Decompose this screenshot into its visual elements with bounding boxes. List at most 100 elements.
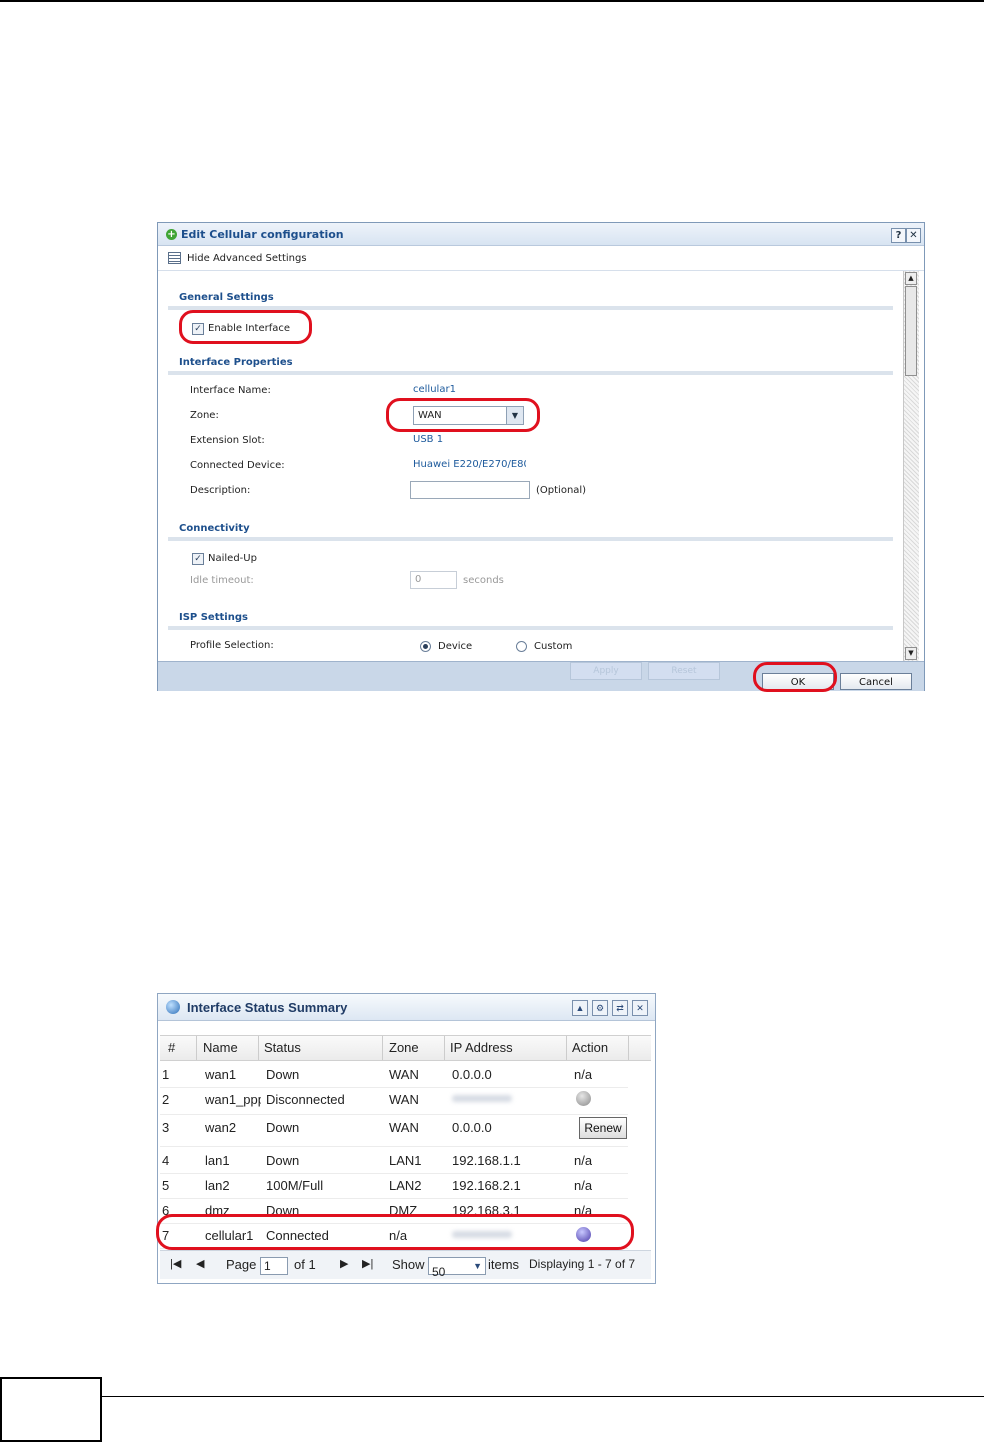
displaying-label: Displaying 1 - 7 of 7 <box>529 1257 636 1271</box>
profile-device-radio[interactable] <box>420 641 431 652</box>
chevron-down-icon: ▼ <box>473 1261 482 1271</box>
column-divider <box>196 1036 197 1060</box>
column-divider <box>382 1036 383 1060</box>
next-page-icon[interactable]: ▶ <box>340 1257 348 1270</box>
row-ip: 0.0.0.0 <box>452 1067 492 1082</box>
hide-advanced-settings-link[interactable]: Hide Advanced Settings <box>187 253 307 264</box>
table-header: # Name Status Zone IP Address Action <box>160 1035 651 1061</box>
dialog-title: Edit Cellular configuration <box>181 227 344 241</box>
row-num: 2 <box>162 1092 170 1107</box>
profile-custom-radio[interactable] <box>516 641 527 652</box>
row-num: 3 <box>162 1120 170 1135</box>
col-action[interactable]: Action <box>572 1040 608 1055</box>
section-divider <box>168 626 893 630</box>
dialog-toolbar: Hide Advanced Settings <box>158 246 924 271</box>
optional-hint: (Optional) <box>536 485 587 496</box>
connect-icon[interactable] <box>576 1091 591 1106</box>
scrollbar-thumb[interactable] <box>905 286 917 376</box>
prev-page-icon[interactable]: ◀ <box>196 1257 204 1270</box>
highlight-cellular-row <box>156 1214 634 1250</box>
vertical-scrollbar[interactable]: ▲ ▼ <box>903 271 919 661</box>
row-ip: 0.0.0.0 <box>452 1120 492 1135</box>
connected-device-label: Connected Device: <box>190 460 285 471</box>
row-status: Disconnected <box>266 1092 345 1107</box>
interface-properties-heading: Interface Properties <box>179 357 293 368</box>
nailed-up-checkbox[interactable]: ✓ <box>192 553 204 565</box>
row-action: n/a <box>574 1067 593 1082</box>
row-status: 100M/Full <box>266 1178 324 1193</box>
page-size-select[interactable]: 50 ▼ <box>428 1257 486 1279</box>
apply-button[interactable]: Apply <box>570 662 642 680</box>
row-num: 5 <box>162 1178 170 1193</box>
row-name: lan2 <box>205 1178 230 1193</box>
connectivity-heading: Connectivity <box>179 523 250 534</box>
interface-name-value: cellular1 <box>413 384 456 395</box>
table-row: 4 lan1 Down LAN1 192.168.1.1 n/a <box>160 1148 628 1174</box>
row-name: wan2 <box>205 1120 237 1135</box>
row-zone: WAN <box>389 1067 419 1082</box>
reset-button[interactable]: Reset <box>648 662 720 680</box>
col-name[interactable]: Name <box>203 1040 238 1055</box>
cancel-button[interactable]: Cancel <box>840 673 912 690</box>
nailed-up-label: Nailed-Up <box>208 553 257 564</box>
close-button[interactable]: ✕ <box>906 228 921 243</box>
page-number-box <box>0 1377 102 1442</box>
extension-slot-value: USB 1 <box>413 434 444 445</box>
zone-label: Zone: <box>190 410 219 421</box>
last-page-icon[interactable]: ▶| <box>362 1257 373 1270</box>
row-zone: WAN <box>389 1092 419 1107</box>
row-zone: LAN2 <box>389 1178 422 1193</box>
row-status: Down <box>266 1153 300 1168</box>
items-label: items <box>488 1257 520 1272</box>
seconds-label: seconds <box>463 575 504 586</box>
scroll-down-icon[interactable]: ▼ <box>905 647 917 660</box>
column-divider <box>566 1036 567 1060</box>
close-icon[interactable]: ✕ <box>632 1000 648 1016</box>
globe-icon <box>166 1000 180 1014</box>
page-input[interactable]: 1 <box>260 1257 288 1275</box>
description-input[interactable] <box>410 481 530 499</box>
list-icon <box>168 252 181 264</box>
refresh-icon[interactable]: ⇄ <box>612 1000 628 1016</box>
scroll-up-icon[interactable]: ▲ <box>905 272 917 285</box>
col-num[interactable]: # <box>168 1040 175 1055</box>
profile-device-label: Device <box>438 641 473 652</box>
table-row: 3 wan2 Down WAN 0.0.0.0 Renew <box>160 1115 628 1147</box>
row-zone: LAN1 <box>389 1153 422 1168</box>
column-divider <box>258 1036 259 1060</box>
help-button[interactable]: ? <box>891 228 906 243</box>
column-divider <box>444 1036 445 1060</box>
gear-icon[interactable]: ⚙ <box>592 1000 608 1016</box>
renew-button[interactable]: Renew <box>579 1117 627 1139</box>
widget-titlebar: Interface Status Summary ▲ ⚙ ⇄ ✕ <box>158 994 655 1021</box>
highlight-zone <box>386 398 540 432</box>
table-row: 5 lan2 100M/Full LAN2 192.168.2.1 n/a <box>160 1173 628 1199</box>
col-ip[interactable]: IP Address <box>450 1040 513 1055</box>
table-row: 2 wan1_ppp Disconnected WAN <box>160 1087 628 1115</box>
widget-title: Interface Status Summary <box>187 1000 348 1015</box>
show-label: Show <box>392 1257 425 1272</box>
row-status: Down <box>266 1067 300 1082</box>
first-page-icon[interactable]: |◀ <box>170 1257 181 1270</box>
highlight-enable-interface <box>179 310 312 344</box>
pager: |◀ ◀ Page 1 of 1 ▶ ▶| Show 50 ▼ items Di… <box>160 1250 651 1279</box>
row-action: n/a <box>574 1178 593 1193</box>
row-num: 4 <box>162 1153 170 1168</box>
idle-timeout-input[interactable]: 0 <box>410 571 457 589</box>
edit-cellular-dialog: + Edit Cellular configuration ? ✕ Hide A… <box>157 222 925 691</box>
row-ip: 192.168.1.1 <box>452 1153 521 1168</box>
page-size-value: 50 <box>432 1265 446 1279</box>
row-ip: 192.168.2.1 <box>452 1178 521 1193</box>
add-icon: + <box>166 228 177 240</box>
highlight-ok <box>753 662 837 692</box>
bottom-rule <box>100 1396 984 1397</box>
collapse-icon[interactable]: ▲ <box>572 1000 588 1016</box>
page-of-label: of 1 <box>294 1257 316 1272</box>
col-zone[interactable]: Zone <box>389 1040 419 1055</box>
section-divider <box>168 537 893 541</box>
page-label: Page <box>226 1257 257 1272</box>
col-status[interactable]: Status <box>264 1040 301 1055</box>
row-status: Down <box>266 1120 300 1135</box>
row-num: 1 <box>162 1067 170 1082</box>
row-name: wan1_ppp <box>205 1092 261 1107</box>
